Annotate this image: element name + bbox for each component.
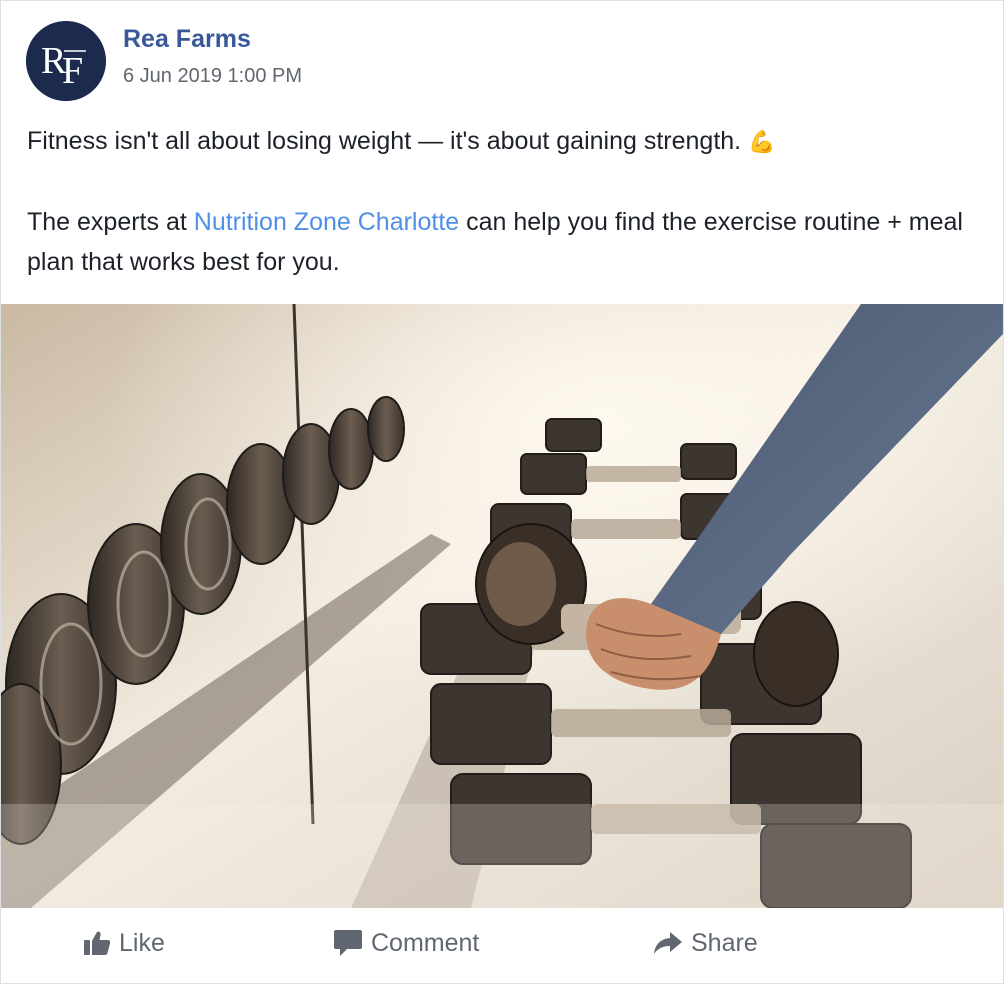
svg-text:F: F: [62, 50, 83, 92]
avatar[interactable]: R F: [26, 21, 106, 101]
post-card: R F Rea Farms 6 Jun 2019 1:00 PM Fitness…: [0, 0, 1004, 984]
message-text-2a: The experts at: [27, 208, 187, 236]
share-button[interactable]: Share: [653, 925, 758, 961]
share-icon: [654, 932, 682, 954]
post-message: Fitness isn't all about losing weight — …: [27, 121, 977, 282]
like-label: Like: [119, 928, 165, 957]
mention-link[interactable]: Nutrition Zone Charlotte: [194, 208, 459, 236]
message-paragraph-1: Fitness isn't all about losing weight — …: [27, 121, 977, 162]
post-actions-bar: Like Comment Share: [1, 909, 1003, 983]
avatar-monogram-logo: R F: [26, 21, 106, 101]
like-button[interactable]: Like: [83, 925, 165, 961]
message-paragraph-2: The experts at Nutrition Zone Charlotte …: [27, 202, 977, 282]
thumbs-up-icon: [84, 931, 111, 955]
flexed-biceps-emoji: 💪: [748, 129, 776, 154]
gym-dumbbell-photo: [1, 304, 1003, 908]
post-photo[interactable]: [1, 304, 1003, 908]
message-text-1: Fitness isn't all about losing weight — …: [27, 127, 742, 155]
page-name-link[interactable]: Rea Farms: [123, 25, 251, 54]
post-timestamp[interactable]: 6 Jun 2019 1:00 PM: [123, 65, 302, 88]
comment-label: Comment: [371, 928, 480, 957]
comment-icon: [334, 930, 362, 956]
comment-button[interactable]: Comment: [333, 925, 479, 961]
share-label: Share: [691, 928, 758, 957]
